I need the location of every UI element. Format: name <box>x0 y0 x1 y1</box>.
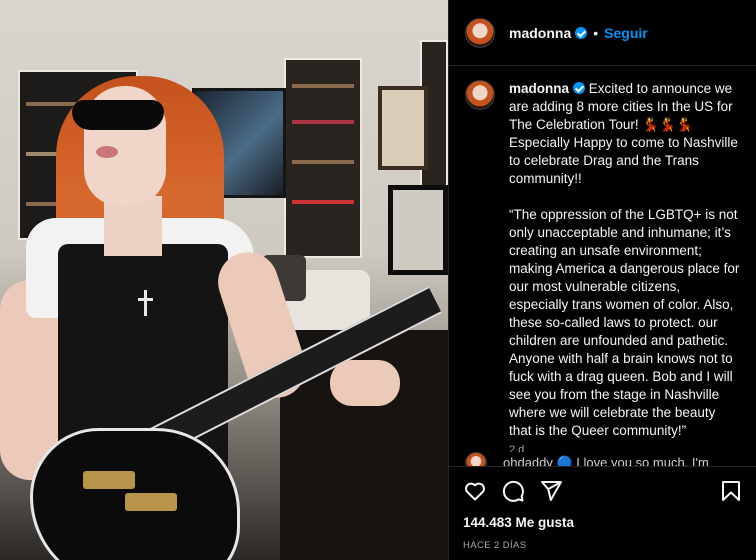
verified-badge-icon <box>575 26 588 39</box>
follow-button[interactable]: Seguir <box>604 25 648 41</box>
bookshelf-middle <box>284 58 362 258</box>
post-date[interactable]: HACE 2 DÍAS <box>463 540 743 551</box>
sunglasses <box>72 100 164 130</box>
guitar-body <box>30 428 240 560</box>
bookmark-icon[interactable] <box>719 479 743 503</box>
lips <box>96 146 118 158</box>
comment-icon[interactable] <box>501 479 525 503</box>
likes-count[interactable]: 144.483 Me gusta <box>463 515 743 530</box>
caption-row: madonna Excited to announce we are addin… <box>465 80 740 440</box>
post-header: madonna • Seguir <box>449 0 756 66</box>
send-icon[interactable] <box>539 479 563 503</box>
action-icons <box>463 479 743 503</box>
verified-badge-icon <box>573 82 586 94</box>
heart-icon[interactable] <box>463 479 487 503</box>
caption-text: Excited to announce we are adding 8 more… <box>509 81 740 438</box>
wall-frame <box>378 86 428 170</box>
guitar-pickup <box>125 493 177 511</box>
post-photo[interactable] <box>0 0 448 560</box>
cross-necklace-bar <box>138 298 153 301</box>
floor-frame <box>388 185 448 275</box>
username-link[interactable]: madonna <box>509 25 571 41</box>
post-actions: 144.483 Me gusta HACE 2 DÍAS <box>449 466 756 560</box>
comments-area[interactable]: madonna Excited to announce we are addin… <box>449 66 756 452</box>
caption-avatar[interactable] <box>465 80 495 110</box>
post-side-panel: madonna • Seguir madonna Excited to anno… <box>448 0 756 560</box>
avatar[interactable] <box>465 17 495 48</box>
guitar-pickup <box>83 471 135 489</box>
strumming-hand <box>330 360 400 406</box>
caption-time[interactable]: 2 d <box>509 444 740 452</box>
cross-necklace <box>144 290 147 316</box>
separator-dot: • <box>593 24 599 41</box>
caption: madonna Excited to announce we are addin… <box>509 80 740 440</box>
caption-username[interactable]: madonna <box>509 81 569 96</box>
